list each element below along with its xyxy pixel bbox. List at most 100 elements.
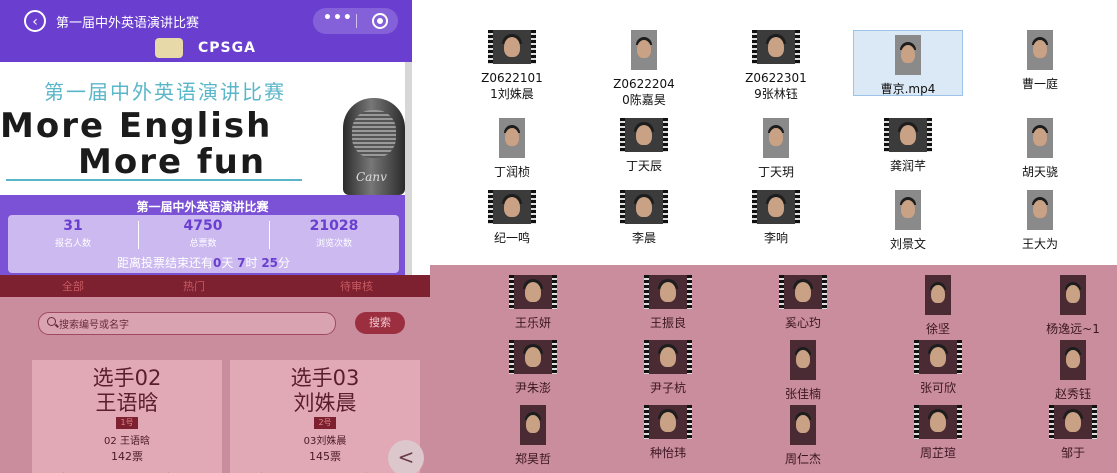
contestant-number: 选手03 xyxy=(290,366,360,390)
video-thumbnail-icon xyxy=(752,190,800,224)
video-file-item[interactable]: 丁天辰 xyxy=(589,118,699,174)
thumbnail-face xyxy=(796,415,810,433)
photo-thumbnail-icon xyxy=(790,340,816,380)
thumbnail-face xyxy=(660,347,676,367)
image-file-item[interactable]: 杨逸远~1 xyxy=(1018,275,1117,337)
file-name: Z0622204 0陈嘉昊 xyxy=(613,77,675,107)
photo-thumbnail-icon xyxy=(925,275,951,315)
video-file-item[interactable]: 李响 xyxy=(721,190,831,246)
tab-bar: 全部 热门 待审核 xyxy=(0,275,430,297)
video-file-item[interactable]: 龚润芊 xyxy=(853,118,963,174)
thumbnail-face xyxy=(769,128,783,146)
video-file-item[interactable]: 尹子杭 xyxy=(613,340,723,396)
scrollbar[interactable] xyxy=(405,62,412,275)
photo-thumbnail-icon xyxy=(1060,340,1086,380)
thumbnail-face xyxy=(1065,412,1081,432)
tab-pending[interactable]: 待审核 xyxy=(340,278,373,294)
countdown-minute-unit: 分 xyxy=(278,256,291,270)
rank-badge: 2号 xyxy=(314,417,336,429)
contestant-card[interactable]: 选手02 王语晗 1号 02 王语晗 142票 投票 投票 xyxy=(32,360,222,473)
thumbnail-face xyxy=(505,128,519,146)
thumbnail-face xyxy=(1066,350,1080,368)
thumbnail-face xyxy=(504,197,520,217)
video-file-item[interactable]: 种怡玮 xyxy=(613,405,723,461)
photo-thumbnail-icon xyxy=(1060,275,1086,315)
brand-name: CPSGA xyxy=(198,40,256,56)
thumbnail-face xyxy=(930,347,946,367)
back-icon[interactable]: ‹ xyxy=(24,10,46,32)
tab-hot[interactable]: 热门 xyxy=(183,278,205,294)
file-name: 张佳楠 xyxy=(784,387,821,401)
file-name: 王乐妍 xyxy=(514,316,551,330)
file-name: Z0622101 1刘姝晨 xyxy=(481,71,543,101)
file-name: Z0622301 9张林钰 xyxy=(745,71,807,101)
file-name: 种怡玮 xyxy=(649,446,686,460)
close-target-icon[interactable] xyxy=(372,13,388,29)
thumbnail-face xyxy=(901,45,915,63)
video-file-item[interactable]: 邹于 xyxy=(1018,405,1117,461)
image-file-item[interactable]: 徐坚 xyxy=(883,275,993,337)
video-file-item[interactable]: 王振良 xyxy=(613,275,723,331)
video-file-item[interactable]: 王乐妍 xyxy=(478,275,588,331)
video-thumbnail-icon xyxy=(509,340,557,374)
thumbnail-face xyxy=(1033,128,1047,146)
image-file-item[interactable]: 周仁杰 xyxy=(748,405,858,467)
image-file-item[interactable]: 张佳楠 xyxy=(748,340,858,402)
thumbnail-face xyxy=(525,282,541,302)
countdown-hour-unit: 时 xyxy=(245,256,262,270)
image-file-item[interactable]: 赵秀钰 xyxy=(1018,340,1117,402)
file-name: 丁天辰 xyxy=(625,159,662,173)
video-file-item[interactable]: 奚心玓 xyxy=(748,275,858,331)
image-file-item[interactable]: 丁润桢 xyxy=(457,118,567,180)
search-button[interactable]: 搜索 xyxy=(355,312,405,334)
video-file-item[interactable]: Z0622301 9张林钰 xyxy=(721,30,831,102)
thumbnail-face xyxy=(768,37,784,57)
image-file-item[interactable]: 曹一庭 xyxy=(985,30,1095,92)
photo-thumbnail-icon xyxy=(1027,118,1053,158)
file-name: 奚心玓 xyxy=(784,316,821,330)
file-name: 尹子杭 xyxy=(649,381,686,395)
video-thumbnail-icon xyxy=(620,118,668,152)
thumbnail-face xyxy=(504,37,520,57)
file-name: 纪一鸣 xyxy=(493,231,530,245)
video-file-item[interactable]: 周芷瑄 xyxy=(883,405,993,461)
photo-thumbnail-icon xyxy=(631,30,657,70)
image-file-item[interactable]: 郑昊哲 xyxy=(478,405,588,467)
video-file-item[interactable]: Z0622101 1刘姝晨 xyxy=(457,30,567,102)
video-thumbnail-icon xyxy=(644,405,692,439)
more-icon[interactable]: ••• xyxy=(323,10,353,26)
photo-thumbnail-icon xyxy=(1027,190,1053,230)
image-file-item[interactable]: 丁天玥 xyxy=(721,118,831,180)
thumbnail-face xyxy=(1066,285,1080,303)
video-thumbnail-icon xyxy=(1049,405,1097,439)
file-name: 李晨 xyxy=(631,231,656,245)
image-file-item[interactable]: 王大为 xyxy=(985,190,1095,252)
image-file-item[interactable]: 曹京.mp4 xyxy=(853,30,963,96)
video-thumbnail-icon xyxy=(644,340,692,374)
stat-label: 报名人数 xyxy=(54,239,91,249)
video-file-item[interactable]: 尹朱澎 xyxy=(478,340,588,396)
video-file-item[interactable]: 张可欣 xyxy=(883,340,993,396)
contestant-name: 王语晗 xyxy=(95,391,159,415)
video-file-item[interactable]: 李晨 xyxy=(589,190,699,246)
collapse-arrow-icon[interactable]: < xyxy=(388,440,424,473)
contestant-id-name: 02 王语晗 xyxy=(104,436,150,447)
banner-title: 第一届中外英语演讲比赛 xyxy=(44,80,286,104)
video-file-item[interactable]: 纪一鸣 xyxy=(457,190,567,246)
mini-program-capsule: ••• xyxy=(313,8,398,34)
banner: 第一届中外英语演讲比赛 More English More fun Canv xyxy=(0,62,405,195)
image-file-item[interactable]: Z0622204 0陈嘉昊 xyxy=(589,30,699,108)
search-input[interactable]: 搜索编号或名字 xyxy=(38,312,336,335)
tab-all[interactable]: 全部 xyxy=(62,278,84,294)
thumbnail-face xyxy=(901,200,915,218)
contestant-title: 选手03 刘姝晨 xyxy=(230,366,420,416)
contestant-title: 选手02 王语晗 xyxy=(32,366,222,416)
file-name: 丁天玥 xyxy=(757,165,794,179)
image-file-item[interactable]: 刘景文 xyxy=(853,190,963,252)
stat-registrants: 31 报名人数 xyxy=(8,218,138,249)
video-thumbnail-icon xyxy=(914,340,962,374)
file-name: 郑昊哲 xyxy=(514,452,551,466)
file-name: 王大为 xyxy=(1021,237,1058,251)
video-thumbnail-icon xyxy=(884,118,932,152)
image-file-item[interactable]: 胡天骁 xyxy=(985,118,1095,180)
